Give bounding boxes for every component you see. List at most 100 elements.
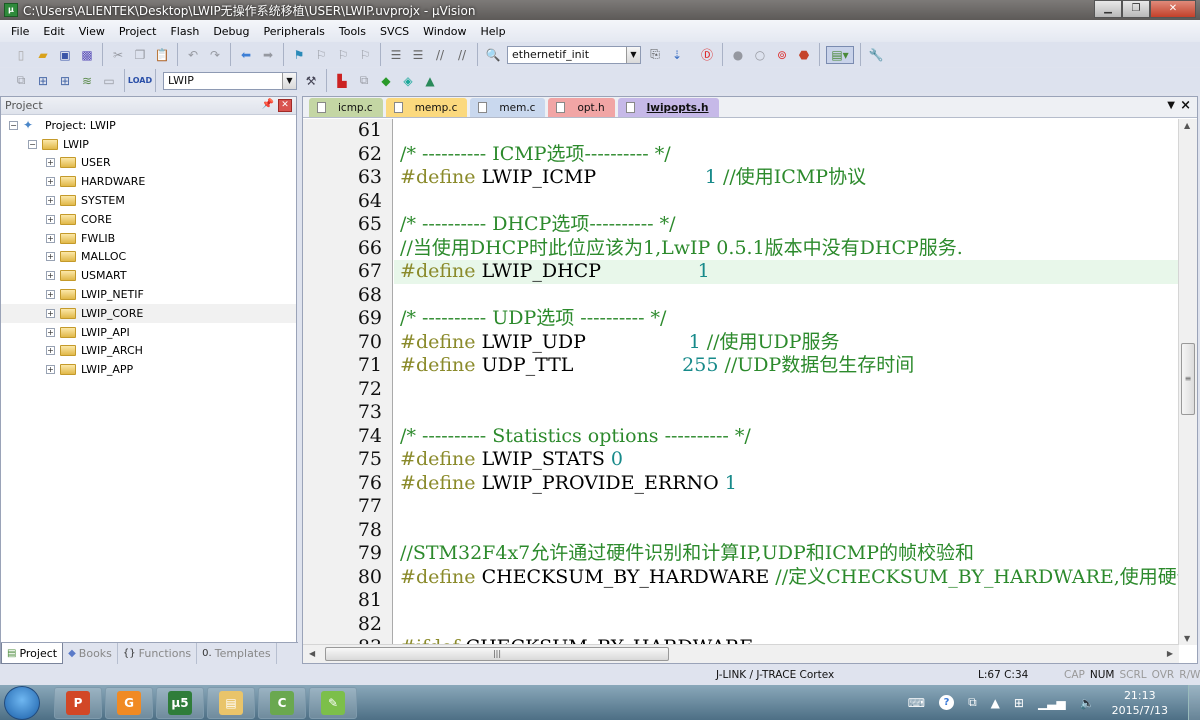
tree-group-usmart[interactable]: + USMART xyxy=(1,266,296,285)
redo-icon[interactable]: ↷ xyxy=(206,46,224,64)
code-line[interactable] xyxy=(394,589,1179,613)
close-button[interactable]: ✕ xyxy=(1150,0,1196,18)
signal-icon[interactable]: ▁▃▅ xyxy=(1038,696,1066,710)
horizontal-scroll-thumb[interactable]: ||| xyxy=(325,647,669,661)
code-line[interactable] xyxy=(394,378,1179,402)
tree-group-lwip_core[interactable]: + LWIP_CORE xyxy=(1,303,296,323)
menu-help[interactable]: Help xyxy=(474,25,513,38)
expand-icon[interactable]: + xyxy=(46,290,55,300)
menu-edit[interactable]: Edit xyxy=(36,25,71,38)
undo-icon[interactable]: ↶ xyxy=(184,46,202,64)
expand-icon[interactable]: + xyxy=(46,196,55,206)
expand-icon[interactable]: + xyxy=(46,271,55,281)
menu-svcs[interactable]: SVCS xyxy=(373,25,416,38)
horizontal-scrollbar[interactable]: ◀ ||| ▶ xyxy=(303,644,1179,663)
code-line[interactable]: /* ---------- ICMP选项---------- */ xyxy=(394,143,1179,167)
kill-breakpoints-icon[interactable]: ⬣ xyxy=(795,46,813,64)
expand-icon[interactable]: + xyxy=(46,158,55,168)
pin-icon[interactable]: 📌 xyxy=(262,99,274,110)
disable-all-breakpoints-icon[interactable]: ⊚ xyxy=(773,46,791,64)
code-line[interactable]: #define LWIP_STATS 0 xyxy=(394,448,1179,472)
navigate-forward-icon[interactable]: ➡ xyxy=(259,46,277,64)
find-in-files-icon[interactable]: ⎘ xyxy=(646,46,664,64)
taskbar-app-powerpoint[interactable]: P xyxy=(54,686,102,719)
menu-tools[interactable]: Tools xyxy=(332,25,373,38)
code-line[interactable]: #define LWIP_ICMP 1 //使用ICMP协议 xyxy=(394,166,1179,190)
file-tab-icmp-c[interactable]: icmp.c xyxy=(309,98,383,117)
manage-components-icon[interactable]: ▲ xyxy=(421,72,439,90)
bookmark-icon[interactable]: ⚑ xyxy=(290,46,308,64)
close-tab-icon[interactable]: × xyxy=(1180,98,1191,113)
tree-group-user[interactable]: + USER xyxy=(1,154,296,173)
code-line[interactable] xyxy=(394,119,1179,143)
manage-project-icon[interactable]: ▙ xyxy=(333,72,351,90)
clock[interactable]: 21:13 2015/7/13 xyxy=(1112,688,1168,718)
stop-build-icon[interactable]: ▭ xyxy=(100,72,118,90)
menu-flash[interactable]: Flash xyxy=(163,25,206,38)
expand-icon[interactable]: + xyxy=(46,252,55,262)
save-all-icon[interactable]: ▩ xyxy=(78,46,96,64)
file-tab-opt-h[interactable]: opt.h xyxy=(548,98,615,117)
network-overlay-icon[interactable]: ⧉ xyxy=(968,695,977,710)
rebuild-icon[interactable]: ⊞ xyxy=(56,72,74,90)
code-area[interactable]: /* ---------- ICMP选项---------- */ #defin… xyxy=(394,119,1179,645)
code-line[interactable] xyxy=(394,613,1179,637)
incremental-find-icon[interactable]: ⇣ xyxy=(668,46,686,64)
expand-icon[interactable]: + xyxy=(46,308,55,318)
chevron-down-icon[interactable]: ▼ xyxy=(282,72,296,89)
tree-group-lwip_netif[interactable]: + LWIP_NETIF xyxy=(1,285,296,304)
scroll-right-icon[interactable]: ▶ xyxy=(1167,649,1173,658)
taskbar-app-uvision[interactable]: µ5 xyxy=(156,686,204,719)
code-line[interactable]: #define LWIP_PROVIDE_ERRNO 1 xyxy=(394,472,1179,496)
tab-list-icon[interactable]: ▼ xyxy=(1167,100,1175,111)
vertical-scrollbar[interactable]: ▲ ≡ ▼ xyxy=(1178,119,1197,645)
collapse-icon[interactable]: − xyxy=(9,120,18,130)
tab-books[interactable]: ◆ Books xyxy=(63,643,118,664)
chevron-down-icon[interactable]: ▼ xyxy=(626,46,640,63)
keyboard-icon[interactable]: ⌨ xyxy=(908,696,925,710)
tree-group-system[interactable]: + SYSTEM xyxy=(1,191,296,210)
menu-view[interactable]: View xyxy=(72,25,112,38)
open-file-icon[interactable]: ▰ xyxy=(34,46,52,64)
tree-group-lwip_arch[interactable]: + LWIP_ARCH xyxy=(1,342,296,361)
menu-peripherals[interactable]: Peripherals xyxy=(257,25,332,38)
indent-icon[interactable]: ☰ xyxy=(387,46,405,64)
translate-icon[interactable]: ⧉ xyxy=(12,72,30,90)
tree-group-core[interactable]: + CORE xyxy=(1,210,296,229)
menu-file[interactable]: File xyxy=(4,25,36,38)
expand-icon[interactable]: + xyxy=(46,327,55,337)
show-desktop-button[interactable] xyxy=(1188,685,1200,720)
panel-close-button[interactable]: ✕ xyxy=(278,99,292,112)
cut-icon[interactable]: ✂ xyxy=(109,46,127,64)
start-button[interactable] xyxy=(4,685,40,720)
code-line[interactable]: /* ---------- Statistics options -------… xyxy=(394,425,1179,449)
code-line[interactable] xyxy=(394,401,1179,425)
batch-build-icon[interactable]: ≋ xyxy=(78,72,96,90)
code-line[interactable]: /* ---------- UDP选项 ---------- */ xyxy=(394,307,1179,331)
breakpoint-icon[interactable]: ● xyxy=(729,46,747,64)
file-tab-memp-c[interactable]: memp.c xyxy=(385,98,468,117)
save-icon[interactable]: ▣ xyxy=(56,46,74,64)
pack-installer-icon[interactable]: ◈ xyxy=(399,72,417,90)
tab-project[interactable]: ▤ Project xyxy=(1,643,64,664)
code-line[interactable]: #define UDP_TTL 255 //UDP数据包生存时间 xyxy=(394,354,1179,378)
file-tab-mem-c[interactable]: mem.c xyxy=(470,98,546,117)
scroll-up-icon[interactable]: ▲ xyxy=(1184,121,1190,130)
restore-button[interactable]: ❐ xyxy=(1122,0,1150,18)
code-line[interactable]: #define CHECKSUM_BY_HARDWARE //定义CHECKSU… xyxy=(394,566,1179,590)
disable-breakpoint-icon[interactable]: ○ xyxy=(751,46,769,64)
expand-icon[interactable]: + xyxy=(46,365,55,375)
code-line[interactable]: #define LWIP_UDP 1 //使用UDP服务 xyxy=(394,331,1179,355)
uncomment-icon[interactable]: // xyxy=(453,46,471,64)
taskbar-app-notepad-plus[interactable]: ✎ xyxy=(309,686,357,719)
debug-session-icon[interactable]: Ⓓ xyxy=(698,46,716,64)
build-icon[interactable]: ⊞ xyxy=(34,72,52,90)
volume-icon[interactable]: 🔈 xyxy=(1080,696,1095,710)
tree-root[interactable]: − ✦ Project: LWIP xyxy=(1,116,296,135)
target-combo[interactable]: LWIP ▼ xyxy=(163,71,297,90)
menu-window[interactable]: Window xyxy=(416,25,473,38)
menu-project[interactable]: Project xyxy=(112,25,164,38)
collapse-icon[interactable]: − xyxy=(28,139,37,149)
window-layout-icon[interactable]: ▤▾ xyxy=(826,45,854,64)
code-line[interactable]: /* ---------- DHCP选项---------- */ xyxy=(394,213,1179,237)
